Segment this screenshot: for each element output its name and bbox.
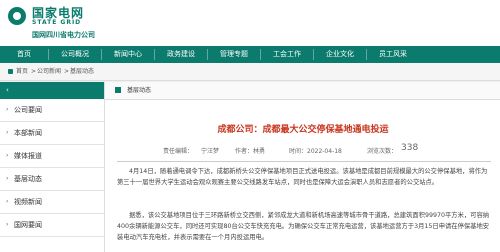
article-author: 作者：林勇 bbox=[235, 148, 266, 155]
state-grid-emblem-icon bbox=[8, 7, 26, 25]
sidebar-item-local-news[interactable]: › 基层动态 bbox=[0, 168, 104, 191]
sidebar-item-media-reports[interactable]: › 媒体报道 bbox=[0, 145, 104, 168]
article-paragraph: 4月14日，随着通电调令下达，成都新桥头公交停保基地项目正式送电投运。该基地是成… bbox=[117, 168, 488, 186]
nav-news-center[interactable]: 新闻中心 bbox=[102, 46, 154, 63]
chevron-left-icon: ‹ bbox=[6, 86, 9, 94]
sidebar-item-label: 国网要闻 bbox=[14, 221, 42, 229]
chevron-right-icon: › bbox=[6, 129, 9, 136]
article-date: 时间：2022-04-18 bbox=[289, 148, 342, 155]
article-paragraph: 据悉，该公交基地项目位于三环路新桥立交西侧，紧邻成龙大道和新机场高速等城市骨干道… bbox=[117, 212, 490, 241]
nav-staff-showcase[interactable]: 员工风采 bbox=[367, 46, 419, 63]
nav-corporate-culture[interactable]: 企业文化 bbox=[314, 46, 366, 63]
divider bbox=[117, 161, 491, 162]
sidebar-item-video-news[interactable]: › 视频新闻 bbox=[0, 191, 104, 214]
chevron-right-icon: › bbox=[6, 198, 9, 205]
section-header: 基层动态 bbox=[105, 82, 500, 100]
article-reporter: 宁汪梦 bbox=[201, 148, 220, 155]
article-meta: 责任编辑： 宁汪梦 作者：林勇 时间：2022-04-18 浏览次数： 338 bbox=[163, 143, 463, 158]
breadcrumb-local-news[interactable]: 基层动态 bbox=[70, 63, 94, 80]
nav-union-work[interactable]: 工会工作 bbox=[261, 46, 313, 63]
sidebar-header: ‹ bbox=[0, 82, 104, 99]
sidebar-item-label: 视频新闻 bbox=[14, 198, 42, 206]
site-header: 国家电网 STATE GRID 国网四川省电力公司 bbox=[0, 0, 500, 46]
nav-management[interactable]: 管理专题 bbox=[208, 46, 260, 63]
sidebar-item-label: 基层动态 bbox=[14, 175, 42, 183]
article-view-count: 338 bbox=[401, 143, 419, 153]
sidebar-item-hq-news[interactable]: › 本部新闻 bbox=[0, 122, 104, 145]
home-icon bbox=[8, 69, 13, 74]
section-marker-icon bbox=[115, 87, 121, 93]
breadcrumb-home[interactable]: 首页 bbox=[16, 63, 28, 80]
sidebar-item-sgcc-news[interactable]: › 国网要闻 bbox=[0, 214, 104, 237]
state-grid-logo[interactable]: 国家电网 STATE GRID 国网四川省电力公司 bbox=[8, 4, 158, 44]
sidebar-item-label: 本部新闻 bbox=[14, 129, 42, 137]
main-nav: 首页 公司概况 新闻中心 政务建设 管理专题 工会工作 企业文化 员工风采 bbox=[0, 46, 500, 63]
logo-text-en: STATE GRID bbox=[32, 19, 82, 26]
logo-company-name: 国网四川省电力公司 bbox=[32, 31, 95, 39]
chevron-right-icon: › bbox=[6, 152, 9, 159]
sidebar: ‹ › 公司要闻 › 本部新闻 › 媒体报道 › 基层动态 › 视频新闻 › 国… bbox=[0, 82, 104, 252]
breadcrumb-separator: > bbox=[64, 68, 70, 75]
breadcrumb-company-news[interactable]: 公司新闻 bbox=[37, 63, 61, 80]
article-title: 成都公司：成都最大公交停保基地通电投运 bbox=[217, 125, 389, 135]
sidebar-item-label: 公司要闻 bbox=[14, 106, 42, 114]
sidebar-item-company-news[interactable]: › 公司要闻 bbox=[0, 99, 104, 122]
chevron-right-icon: › bbox=[6, 106, 9, 113]
section-title: 基层动态 bbox=[127, 87, 152, 94]
chevron-right-icon: › bbox=[6, 221, 9, 228]
breadcrumb: 首页 > 公司新闻 > 基层动态 bbox=[0, 63, 500, 81]
sidebar-item-label: 媒体报道 bbox=[14, 152, 42, 160]
nav-government-affairs[interactable]: 政务建设 bbox=[155, 46, 207, 63]
article-panel: 基层动态 成都公司：成都最大公交停保基地通电投运 责任编辑： 宁汪梦 作者：林勇… bbox=[104, 82, 500, 252]
nav-company-overview[interactable]: 公司概况 bbox=[49, 46, 101, 63]
nav-home[interactable]: 首页 bbox=[0, 46, 48, 63]
breadcrumb-separator: > bbox=[31, 68, 37, 75]
article-editor-label: 责任编辑： bbox=[163, 148, 194, 155]
chevron-right-icon: › bbox=[6, 175, 9, 182]
article-views-label: 浏览次数： bbox=[367, 148, 398, 155]
